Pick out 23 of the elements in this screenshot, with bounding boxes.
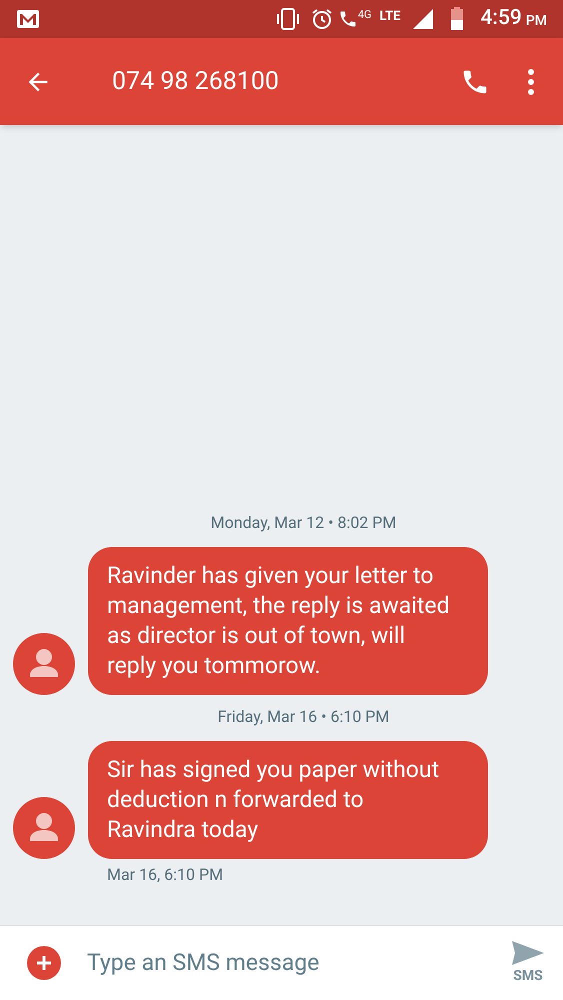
alarm-icon [310, 7, 334, 31]
network-type: 4G [358, 6, 372, 23]
send-icon [511, 940, 545, 966]
composer-bar[interactable]: Type an SMS message SMS [0, 925, 563, 1000]
message-time: Mar 16, 6:10 PM [107, 864, 224, 886]
message-bubble: Sir has signed you paper without deduction n forwarded to Ravindra today [88, 741, 488, 859]
plus-icon [36, 955, 52, 971]
clock-period: PM [526, 12, 547, 30]
signal-icon [412, 8, 434, 30]
clock: 4:59 [480, 5, 522, 32]
contact-avatar-icon [13, 797, 75, 859]
contact-avatar-icon [13, 633, 75, 695]
more-vertical-icon [528, 68, 534, 94]
lte-label: LTE [380, 8, 400, 26]
send-button[interactable]: SMS [493, 928, 563, 998]
message-bubble: Ravinder has given your letter to management, the reply is awaited as director is out of town, will reply you tommorow. [88, 547, 488, 695]
date-divider: Monday, Mar 12 • 8:02 PM [210, 512, 396, 534]
attach-button[interactable] [27, 946, 61, 980]
battery-icon [450, 7, 464, 31]
mail-icon [16, 9, 40, 29]
message-input-field[interactable]: Type an SMS message [87, 946, 493, 980]
contact-number: 074 98 268100 [112, 66, 280, 98]
date-divider: Friday, Mar 16 • 6:10 PM [218, 706, 390, 728]
